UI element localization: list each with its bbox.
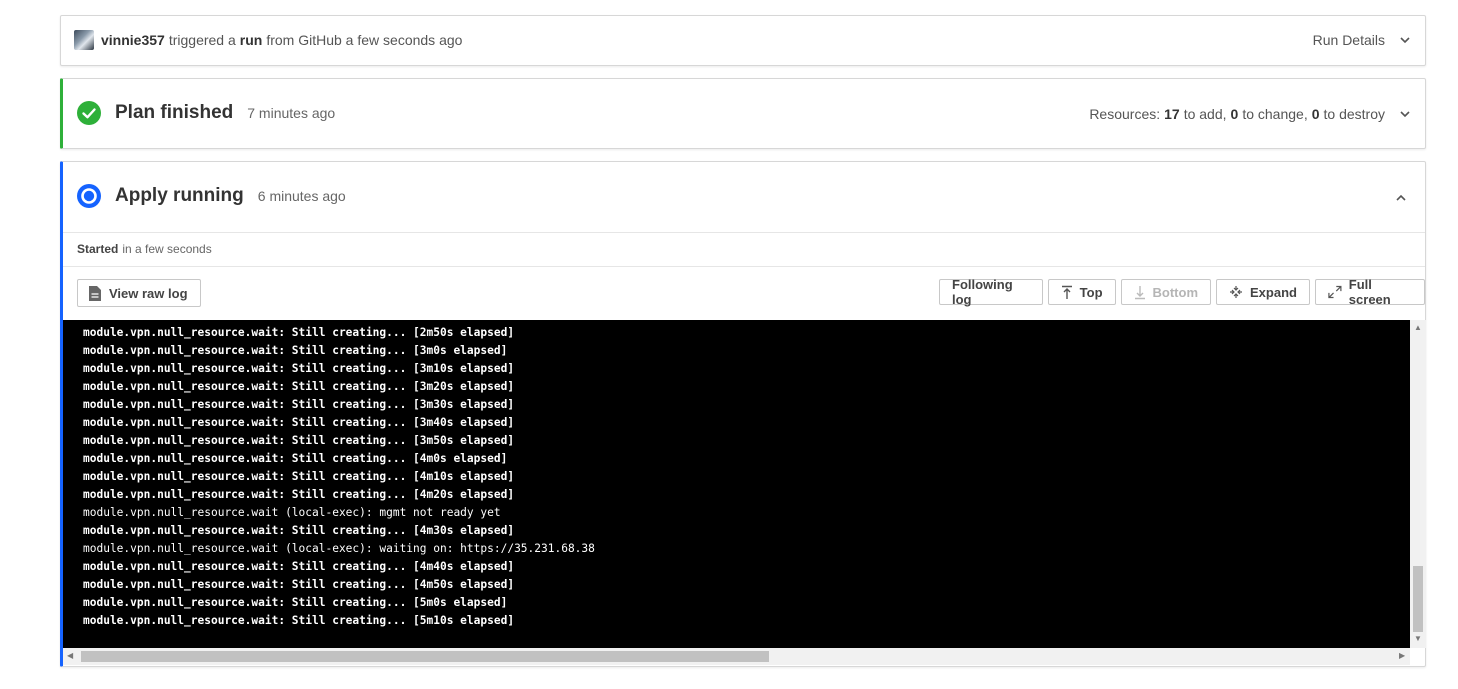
plan-card: Plan finished 7 minutes ago Resources: 1… [60,78,1426,149]
log-line: module.vpn.null_resource.wait: Still cre… [83,614,515,627]
apply-card: Apply running 6 minutes ago Started in a… [60,161,1426,667]
bottom-button[interactable]: Bottom [1120,279,1212,305]
trigger-username[interactable]: vinnie357 [101,32,165,48]
bottom-label: Bottom [1152,284,1199,300]
trigger-source: from GitHub a few seconds ago [266,32,463,48]
horizontal-scroll-thumb[interactable] [81,651,769,662]
apply-started-bar: Started in a few seconds [63,232,1425,267]
resources-change-text: to change, [1242,106,1308,122]
log-line: module.vpn.null_resource.wait: Still cre… [83,524,515,537]
trigger-run-link[interactable]: run [240,32,263,48]
started-label: Started [77,242,119,256]
check-circle-icon [77,101,101,125]
log-line: module.vpn.null_resource.wait: Still cre… [83,416,515,429]
chevron-up-icon [1396,194,1406,201]
log-line: module.vpn.null_resource.wait (local-exe… [83,506,501,519]
resources-change-count: 0 [1230,106,1239,122]
plan-resources-toggle[interactable]: Resources: 17 to add, 0 to change, 0 to … [1089,106,1411,122]
running-circle-icon [77,184,101,208]
resources-destroy-count: 0 [1311,106,1320,122]
resources-destroy-text: to destroy [1323,106,1385,122]
log-line: module.vpn.null_resource.wait: Still cre… [83,344,508,357]
chevron-down-icon [1400,37,1410,44]
log-line: module.vpn.null_resource.wait: Still cre… [83,326,515,339]
scroll-down-icon[interactable]: ▼ [1414,634,1422,643]
trigger-text: triggered a [168,32,236,48]
started-text: in a few seconds [122,242,212,256]
scroll-right-icon[interactable]: ▶ [1399,651,1405,660]
chevron-down-icon [1400,111,1410,118]
following-log-label: Following log [952,277,1013,307]
run-trigger-card: vinnie357 triggered a run from GitHub a … [60,15,1426,66]
log-line: module.vpn.null_resource.wait: Still cre… [83,560,515,573]
log-output[interactable]: module.vpn.null_resource.wait: Still cre… [63,320,1410,648]
plan-title: Plan finished [115,102,234,123]
top-button[interactable]: Top [1047,279,1116,305]
expand-icon [1230,286,1243,298]
log-line: module.vpn.null_resource.wait: Still cre… [83,452,508,465]
log-line: module.vpn.null_resource.wait: Still cre… [83,398,515,411]
apply-title: Apply running [115,185,244,206]
run-details-toggle[interactable]: Run Details [1313,32,1411,48]
document-icon [89,285,101,301]
log-line: module.vpn.null_resource.wait: Still cre… [83,488,515,501]
user-avatar[interactable] [74,30,94,50]
arrow-to-top-icon [1061,285,1072,299]
log-lines: module.vpn.null_resource.wait: Still cre… [83,324,595,630]
vertical-scroll-thumb[interactable] [1413,566,1423,632]
fullscreen-icon [1328,285,1342,299]
top-label: Top [1079,284,1103,300]
plan-time: 7 minutes ago [247,105,336,121]
log-line: module.vpn.null_resource.wait: Still cre… [83,578,515,591]
full-screen-button[interactable]: Full screen [1314,277,1425,307]
log-line: module.vpn.null_resource.wait: Still cre… [83,434,515,447]
resources-add-text: to add, [1183,106,1227,122]
expand-label: Expand [1250,284,1297,300]
view-raw-log-label: View raw log [109,285,188,301]
log-line: module.vpn.null_resource.wait: Still cre… [83,596,508,609]
log-line: module.vpn.null_resource.wait (local-exe… [83,542,595,555]
view-raw-log-button[interactable]: View raw log [77,279,201,307]
log-line: module.vpn.null_resource.wait: Still cre… [83,470,515,483]
apply-time: 6 minutes ago [257,188,346,204]
following-log-button[interactable]: Following log [939,277,1043,307]
log-line: module.vpn.null_resource.wait: Still cre… [83,362,515,375]
apply-collapse-toggle[interactable] [1395,192,1407,204]
log-vertical-scrollbar[interactable]: ▲ ▼ [1410,320,1426,648]
expand-button[interactable]: Expand [1216,279,1310,305]
run-details-label: Run Details [1312,32,1385,48]
resources-label: Resources: [1089,106,1161,122]
arrow-to-bottom-icon [1134,285,1145,299]
resources-add-count: 17 [1164,106,1180,122]
full-screen-label: Full screen [1348,277,1391,307]
log-line: module.vpn.null_resource.wait: Still cre… [83,380,515,393]
log-horizontal-scrollbar[interactable]: ◀ ▶ [63,648,1410,665]
scroll-left-icon[interactable]: ◀ [67,651,73,660]
scroll-up-icon[interactable]: ▲ [1414,323,1422,332]
